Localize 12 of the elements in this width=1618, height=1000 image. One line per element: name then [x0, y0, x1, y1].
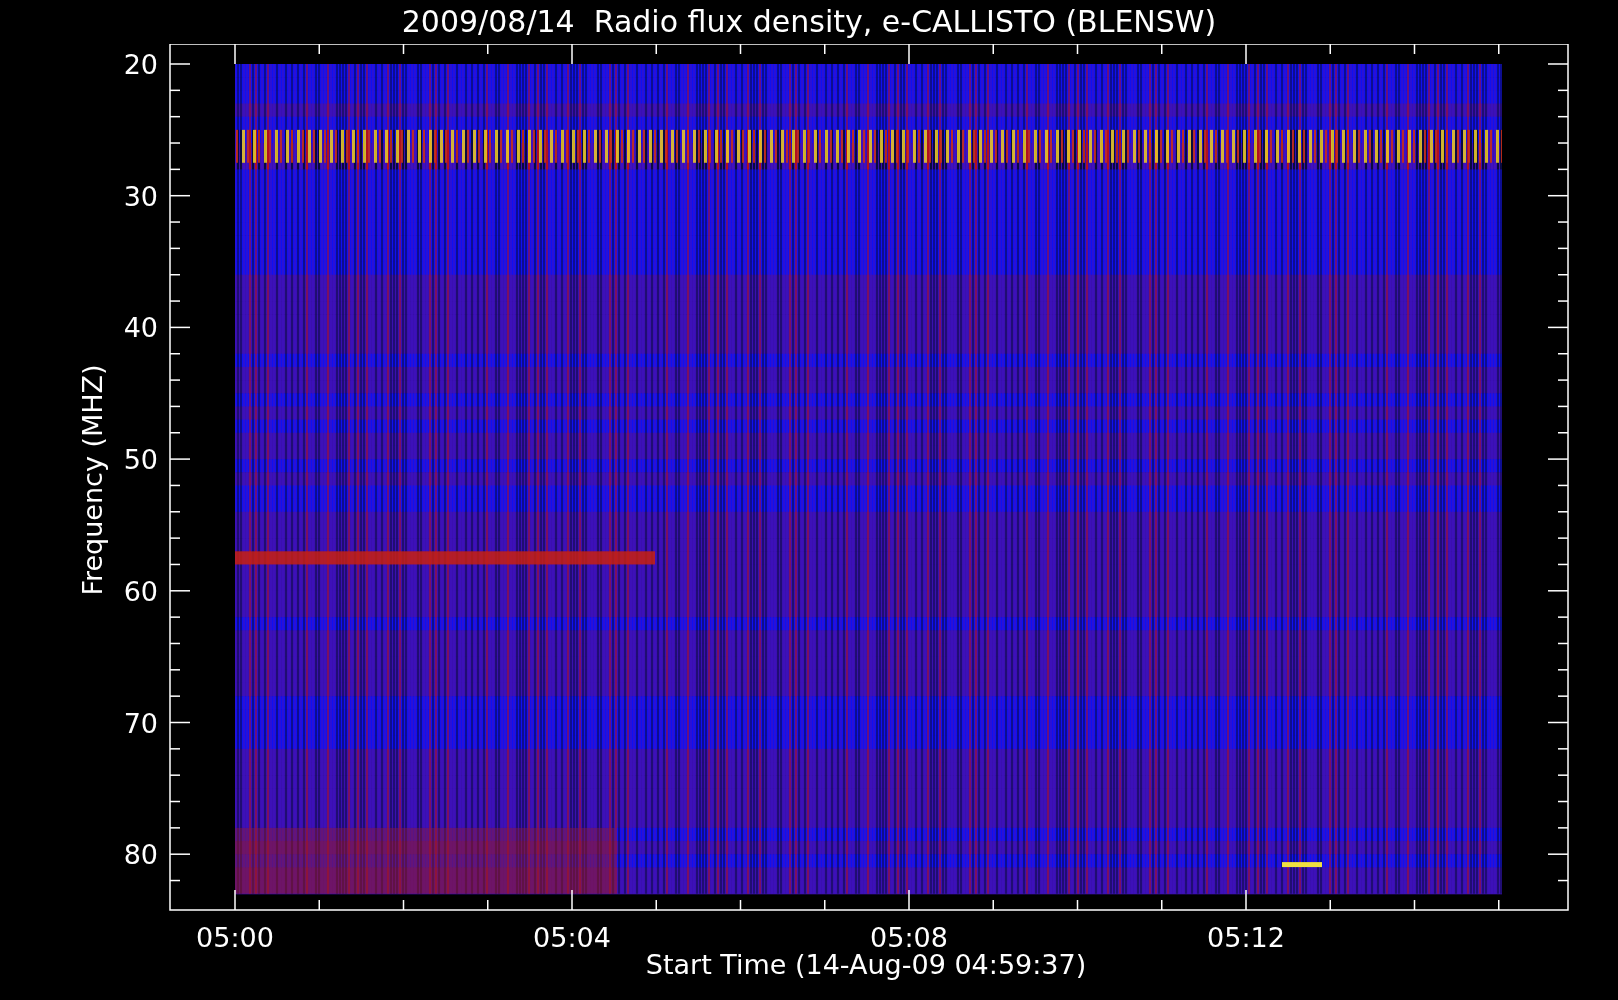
x-tick-label: 05:12 — [1207, 922, 1285, 953]
y-tick-label: 80 — [123, 839, 158, 871]
y-tick-label: 20 — [123, 49, 158, 80]
y-tick-label: 70 — [123, 707, 158, 739]
x-tick-label: 05:00 — [196, 922, 274, 953]
x-tick-label: 05:04 — [533, 922, 611, 953]
y-tick-label: 60 — [123, 575, 158, 607]
y-tick-label: 50 — [123, 444, 158, 476]
y-tick-label: 30 — [123, 180, 158, 212]
chart-title: 2009/08/14 Radio flux density, e-CALLISTO (BLENSW) — [401, 7, 1217, 37]
y-axis-label: Frequency (MHZ) — [77, 364, 108, 596]
y-tick-label: 40 — [123, 312, 158, 344]
